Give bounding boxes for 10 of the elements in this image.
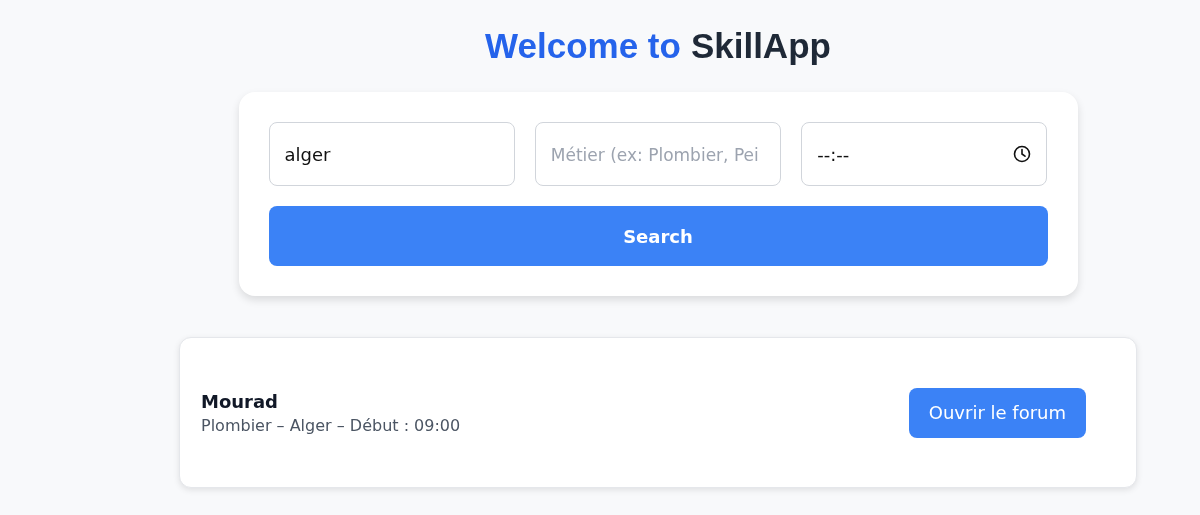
time-field[interactable]: --:-- [801, 122, 1048, 186]
title-lead: Welcome to [485, 26, 681, 66]
search-button[interactable]: Search [268, 206, 1048, 266]
trade-field[interactable]: Métier (ex: Plombier, Pei [534, 122, 782, 186]
forum-button[interactable]: Ouvrir le forum [908, 387, 1086, 438]
worker-name: Mourad [201, 390, 279, 412]
worker-details: Plombier – Alger – Début : 09:00 [201, 415, 461, 435]
clock-icon [1013, 145, 1032, 163]
title-brand: SkillApp [690, 26, 831, 66]
location-field[interactable]: alger [268, 122, 515, 186]
